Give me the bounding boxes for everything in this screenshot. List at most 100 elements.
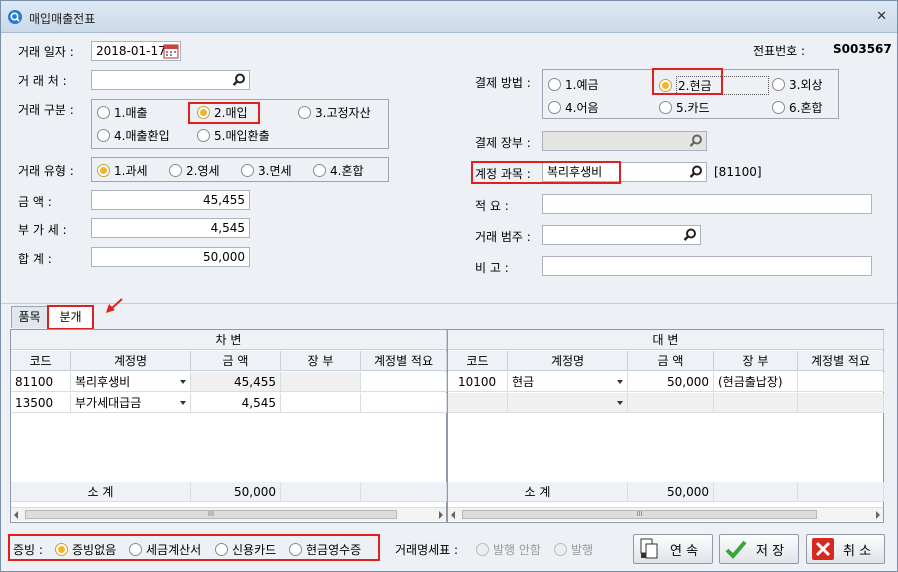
account-search-icon[interactable] bbox=[687, 164, 705, 180]
highlight-box bbox=[652, 68, 723, 95]
debit-cell-amount[interactable]: 45,455 bbox=[191, 372, 281, 392]
debit-col-name[interactable]: 계정명 bbox=[71, 351, 191, 371]
vat-label: 부 가 세 : bbox=[18, 223, 67, 237]
dropdown-arrow-icon[interactable] bbox=[617, 380, 623, 384]
dropdown-arrow-icon[interactable] bbox=[617, 401, 623, 405]
credit-cell-book[interactable]: (현금출납장) bbox=[714, 372, 798, 392]
amount-field[interactable]: 45,455 bbox=[91, 190, 250, 210]
partner-field[interactable] bbox=[91, 70, 250, 90]
payment-option-1[interactable]: 1.예금 bbox=[548, 76, 599, 93]
credit-cell-amount[interactable]: 50,000 bbox=[628, 372, 714, 392]
radio-icon bbox=[772, 78, 785, 91]
credit-col-amount[interactable]: 금 액 bbox=[628, 351, 714, 371]
payment-option-3[interactable]: 3.외상 bbox=[772, 76, 823, 93]
radio-icon bbox=[241, 164, 254, 177]
credit-cell-name[interactable]: 현금 bbox=[508, 372, 628, 392]
cancel-button[interactable]: 취 소 bbox=[806, 534, 885, 564]
type-option-5[interactable]: 5.매입환출 bbox=[197, 127, 270, 144]
debit-cell-book[interactable] bbox=[281, 393, 361, 413]
credit-cell-code[interactable]: 10100 bbox=[448, 372, 508, 392]
radio-icon bbox=[197, 129, 210, 142]
memo-label: 적 요 : bbox=[475, 199, 509, 213]
credit-cell-book[interactable] bbox=[714, 393, 798, 413]
credit-subtotal-value: 50,000 bbox=[628, 482, 714, 502]
debit-cell-code[interactable]: 13500 bbox=[11, 393, 71, 413]
debit-cell-memo[interactable] bbox=[361, 372, 447, 392]
payment-option-5[interactable]: 5.카드 bbox=[659, 99, 710, 116]
credit-col-memo[interactable]: 계정별 적요 bbox=[798, 351, 884, 371]
save-button[interactable]: 저 장 bbox=[719, 534, 799, 564]
credit-hscrollbar[interactable]: III bbox=[448, 507, 883, 521]
continue-button[interactable]: 연 속 bbox=[633, 534, 713, 564]
category-search-icon[interactable] bbox=[681, 227, 699, 243]
debit-col-code[interactable]: 코드 bbox=[11, 351, 71, 371]
payment-option-label: 3.외상 bbox=[789, 78, 823, 92]
payment-option-label: 4.어음 bbox=[565, 101, 599, 115]
debit-cell-name[interactable]: 복리후생비 bbox=[71, 372, 191, 392]
radio-icon bbox=[772, 101, 785, 114]
highlight-box bbox=[47, 305, 94, 330]
vat-field[interactable]: 4,545 bbox=[91, 218, 250, 238]
credit-col-name[interactable]: 계정명 bbox=[508, 351, 628, 371]
tab-items[interactable]: 품목 bbox=[11, 306, 48, 328]
credit-cell-name[interactable] bbox=[508, 393, 628, 413]
voucher-number-value: S003567 bbox=[833, 42, 892, 56]
total-field[interactable]: 50,000 bbox=[91, 247, 250, 267]
payment-method-label: 결제 방법 : bbox=[475, 76, 531, 90]
debit-col-book[interactable]: 장 부 bbox=[281, 351, 361, 371]
credit-cell-code[interactable] bbox=[448, 393, 508, 413]
radio-disabled-icon bbox=[554, 543, 567, 556]
debit-cell-name[interactable]: 부가세대급금 bbox=[71, 393, 191, 413]
debit-hscrollbar[interactable]: III bbox=[11, 507, 446, 521]
scroll-right-icon[interactable] bbox=[439, 511, 443, 519]
debit-name-value: 복리후생비 bbox=[75, 375, 131, 389]
credit-subtotal-label: 소 계 bbox=[448, 482, 628, 502]
voucher-window: 매입매출전표 ✕ 거래 일자 : 2018-01-17 전표번호 : S0035… bbox=[0, 0, 898, 572]
type-option-3[interactable]: 3.고정자산 bbox=[298, 104, 371, 121]
credit-col-book[interactable]: 장 부 bbox=[714, 351, 798, 371]
account-code: [81100] bbox=[714, 165, 762, 179]
debit-cell-memo[interactable] bbox=[361, 393, 447, 413]
payment-option-4[interactable]: 4.어음 bbox=[548, 99, 599, 116]
category-field[interactable] bbox=[542, 225, 701, 245]
total-label: 합 계 : bbox=[18, 252, 52, 266]
credit-cell-memo[interactable] bbox=[798, 393, 884, 413]
type-option-4[interactable]: 4.매출환입 bbox=[97, 127, 170, 144]
credit-cell-amount[interactable] bbox=[628, 393, 714, 413]
payment-option-6[interactable]: 6.혼합 bbox=[772, 99, 823, 116]
dropdown-arrow-icon[interactable] bbox=[180, 401, 186, 405]
scroll-thumb[interactable]: III bbox=[462, 510, 817, 519]
scroll-left-icon[interactable] bbox=[14, 511, 18, 519]
debit-cell-book[interactable] bbox=[281, 372, 361, 392]
close-icon[interactable]: ✕ bbox=[876, 9, 887, 24]
kind-option-4[interactable]: 4.혼합 bbox=[313, 162, 364, 179]
title-bar: 매입매출전표 ✕ bbox=[1, 1, 897, 33]
radio-icon bbox=[169, 164, 182, 177]
statement-option-label: 발행 bbox=[571, 543, 594, 557]
type-option-1[interactable]: 1.매출 bbox=[97, 104, 148, 121]
dropdown-arrow-icon[interactable] bbox=[180, 380, 186, 384]
date-field[interactable]: 2018-01-17 bbox=[91, 41, 181, 61]
kind-option-label: 3.면세 bbox=[258, 164, 292, 178]
debit-col-amount[interactable]: 금 액 bbox=[191, 351, 281, 371]
partner-search-icon[interactable] bbox=[230, 72, 248, 88]
divider bbox=[1, 303, 897, 304]
kind-option-1[interactable]: 1.과세 bbox=[97, 162, 148, 179]
note-field[interactable] bbox=[542, 256, 872, 276]
credit-col-code[interactable]: 코드 bbox=[448, 351, 508, 371]
scroll-thumb[interactable]: III bbox=[25, 510, 397, 519]
kind-option-3[interactable]: 3.면세 bbox=[241, 162, 292, 179]
amount-label: 금 액 : bbox=[18, 195, 52, 209]
credit-cell-memo[interactable] bbox=[798, 372, 884, 392]
kind-option-2[interactable]: 2.영세 bbox=[169, 162, 220, 179]
debit-col-memo[interactable]: 계정별 적요 bbox=[361, 351, 447, 371]
debit-cell-amount[interactable]: 4,545 bbox=[191, 393, 281, 413]
app-search-icon bbox=[8, 10, 22, 24]
scroll-right-icon[interactable] bbox=[876, 511, 880, 519]
debit-cell-code[interactable]: 81100 bbox=[11, 372, 71, 392]
payment-option-label: 6.혼합 bbox=[789, 101, 823, 115]
calendar-icon[interactable] bbox=[163, 43, 179, 59]
memo-field[interactable] bbox=[542, 194, 872, 214]
continue-label: 연 속 bbox=[670, 543, 699, 559]
scroll-left-icon[interactable] bbox=[451, 511, 455, 519]
